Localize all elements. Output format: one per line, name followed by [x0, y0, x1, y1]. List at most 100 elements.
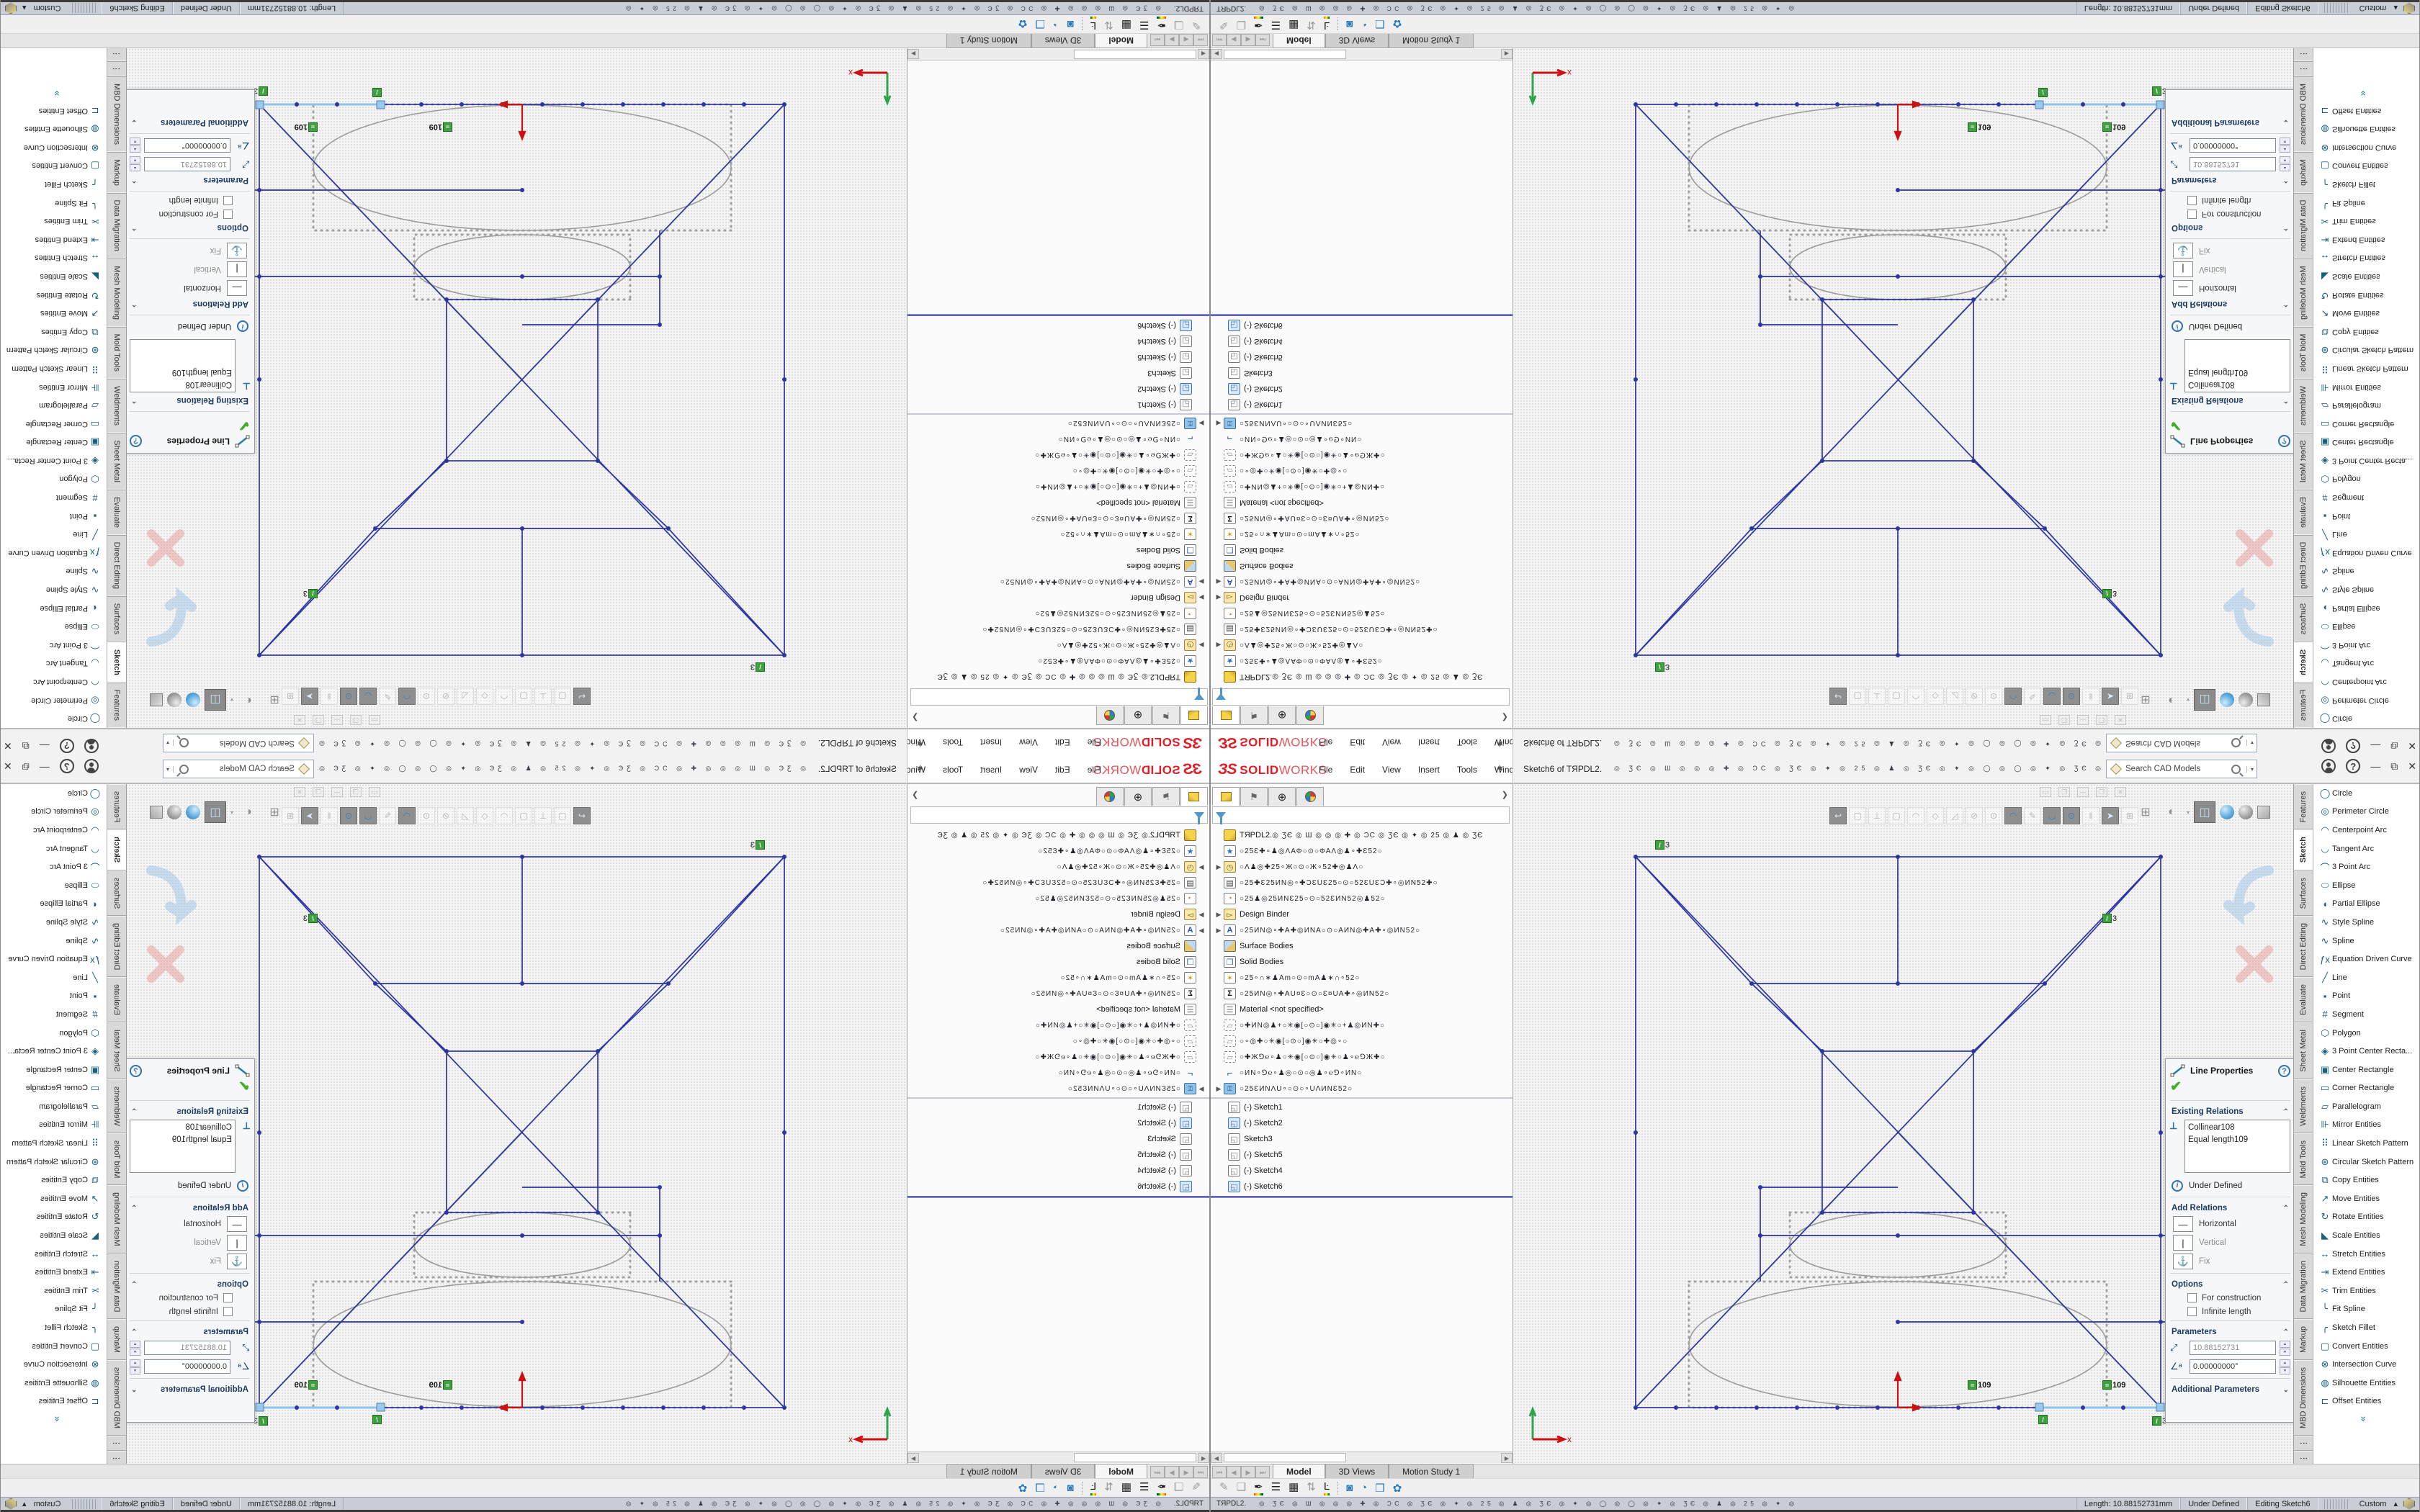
sketch-tool-button[interactable]: ◈ 3 Point Center Recta... — [2313, 1042, 2419, 1061]
commandmanager-tab[interactable]: Surfaces — [2294, 596, 2313, 642]
tree-row[interactable]: ★ ○25Ɛ✚∘♟◎ΛΑΦ○⊙○ΦΑΛ◎♟∘✚Ɛ52○ — [1211, 843, 1512, 859]
commandmanager-tab[interactable]: Sheet Metal — [2294, 1022, 2313, 1079]
commandmanager-tab[interactable]: MBD Dimensions — [107, 76, 126, 152]
collapse-icon[interactable]: ⌃ — [131, 1328, 137, 1336]
motion-tool-icon[interactable]: ❏ — [1174, 17, 1183, 32]
tree-row[interactable]: ▶ ⚿ ○25ƐИNΛU∘○⊙○∘UΛИNƐ52○ — [1211, 415, 1512, 431]
tree-row[interactable]: ◔ ○25♟◎25ИNƐ25○⊙○52ƐИN52◎♟52○ — [908, 606, 1209, 621]
scroll-right-icon[interactable]: ▶ — [908, 1453, 919, 1463]
search-input[interactable]: Search CAD Models — [2125, 765, 2231, 773]
nav-button[interactable]: ⏮ — [1193, 34, 1208, 46]
sketch-tool-button[interactable]: ▢ Convert Entities — [1, 1337, 107, 1356]
tree-row[interactable]: ▶ A ○25ИN◎∘✚Α✚◎ИNΑ○⊙○ΑИN◎✚Α✚∘◎ИN52○ — [1211, 574, 1512, 590]
expander-icon[interactable]: ▶ — [1196, 642, 1206, 649]
collapse-icon[interactable]: ⌃ — [2283, 300, 2289, 308]
sketch-tool-button[interactable]: ◍ Silhouette Entities — [2313, 120, 2419, 138]
commandmanager-tab[interactable]: Evaluate — [2294, 490, 2313, 535]
motion-tool-icon[interactable]: ▦ — [1289, 17, 1299, 32]
sketch-tool-button[interactable]: ⇥ Extend Entities — [2313, 1263, 2419, 1282]
graphics-area[interactable]: ▭❐—❐✕ ↩▢⊥▢◠◇◿⊘⊙◠✎◡⊙‖➤⊞ ⊞ ◐ ▾ ◫ — [125, 784, 906, 1464]
commandmanager-tab[interactable]: Surfaces — [107, 870, 126, 916]
menu-item[interactable]: View — [1012, 762, 1045, 778]
tab-displaymanager[interactable] — [1096, 787, 1124, 806]
expander-icon[interactable]: ▶ — [1214, 863, 1224, 871]
help-icon[interactable]: ? — [60, 739, 74, 753]
option-checkbox[interactable]: For construction — [2166, 207, 2295, 221]
view-tab[interactable]: Model — [1273, 1464, 1325, 1478]
tree-row[interactable]: ▶ A ○25ИN◎∘✚Α✚◎ИNΑ○⊙○ΑИN◎✚Α✚∘◎ИN52○ — [1211, 922, 1512, 938]
tree-row[interactable]: ▤ ○25✚Ɛ25ИN◎∘✚ƆƐUƐ25○⊙○52ƐUƐƆ✚∘◎ИN52✚○ — [1211, 621, 1512, 637]
menu-item[interactable]: Tools — [1450, 735, 1484, 751]
sketch-tool-button[interactable]: ◡ Tangent Arc — [2313, 840, 2419, 858]
menu-item[interactable]: View — [1375, 735, 1408, 751]
account-icon[interactable] — [2321, 739, 2336, 753]
tab-displaymanager[interactable] — [1296, 706, 1324, 725]
sketch-tool-button[interactable]: # Segment — [2313, 488, 2419, 507]
tree-horizontal-scrollbar[interactable]: ◀ ▶ — [1211, 49, 1512, 60]
commandmanager-tab[interactable]: Markup — [2294, 152, 2313, 193]
tree-row[interactable]: ☰ Material <not specified> — [908, 1002, 1209, 1017]
search-box[interactable]: Search CAD Models ▾ — [163, 734, 314, 752]
sketch-tool-button[interactable]: ◍ Silhouette Entities — [2313, 1374, 2419, 1392]
tree-horizontal-scrollbar[interactable]: ◀ ▶ — [908, 1452, 1209, 1463]
motion-tool-icon[interactable]: ✒ — [1157, 17, 1166, 32]
commandmanager-tab[interactable]: Weldments — [107, 379, 126, 433]
collapse-icon[interactable]: ⌃ — [131, 224, 137, 232]
tree-row-sketch[interactable]: ◱ Sketch3 — [908, 1131, 1209, 1147]
commandmanager-tab[interactable]: Sheet Metal — [107, 1022, 126, 1079]
scroll-right-icon[interactable]: ▶ — [908, 50, 919, 60]
add-relation-button[interactable]: — Horizontal — [125, 1215, 254, 1233]
motion-tool-icon[interactable]: Ŀ — [1090, 17, 1096, 32]
sketch-tool-button[interactable]: ◠ Centerpoint Arc — [2313, 672, 2419, 691]
nav-button[interactable]: ◀ — [1179, 1466, 1193, 1478]
angle-spinner[interactable]: ▲▼ — [130, 138, 140, 153]
tree-row[interactable]: Σ ○25ИN◎∘✚ΑU¤Ɛ○⊙○Ɛ¤UΑ✚∘◎ИN52○ — [1211, 510, 1512, 526]
sketch-tool-button[interactable]: ╰ Fit Spline — [2313, 1300, 2419, 1319]
sketch-tool-button[interactable]: ✂ Trim Entities — [1, 212, 107, 230]
collapse-icon[interactable]: ⌃ — [2283, 1281, 2289, 1289]
nav-button[interactable]: ⏭ — [1255, 1466, 1270, 1478]
commandmanager-tab[interactable]: Sketch — [107, 642, 126, 683]
angle-input[interactable]: 0.00000000° — [144, 1359, 230, 1374]
tree-horizontal-scrollbar[interactable]: ◀ ▶ — [1211, 1452, 1512, 1463]
commandmanager-tab[interactable]: Mold Tools — [107, 1133, 126, 1185]
expander-icon[interactable]: ▶ — [1196, 578, 1206, 586]
sketch-tool-button[interactable]: ƒx Equation Driven Curve — [1, 544, 107, 562]
collapse-icon[interactable]: ⌃ — [131, 1108, 137, 1116]
tree-row[interactable]: ▤ ○25✚Ɛ25ИN◎∘✚ƆƐUƐ25○⊙○52ƐUƐƆ✚∘◎ИN52✚○ — [908, 621, 1209, 637]
sketch-tool-button[interactable]: ◡ Tangent Arc — [1, 840, 107, 858]
search-icon[interactable] — [2231, 739, 2241, 748]
sketch-tool-button[interactable]: ⊏ Offset Entities — [1, 102, 107, 120]
tab-propertymanager[interactable]: ⚑ — [1240, 787, 1268, 806]
commandmanager-tab[interactable]: Surfaces — [2294, 870, 2313, 916]
motion-tool-icon[interactable]: ◙ — [1346, 1482, 1353, 1495]
tree-row-sketch[interactable]: ◱ (-) Sketch5 — [1211, 349, 1512, 365]
add-relation-button[interactable]: | Vertical — [125, 260, 254, 279]
tree-row[interactable]: Σ ○25ИN◎∘✚ΑU¤Ɛ○⊙○Ɛ¤UΑ✚∘◎ИN52○ — [908, 510, 1209, 526]
sketch-tool-button[interactable]: ▢ Convert Entities — [2313, 157, 2419, 176]
menu-item[interactable]: Edit — [1048, 735, 1077, 751]
add-relation-button[interactable]: | Vertical — [2166, 1233, 2295, 1252]
tree-row[interactable]: ▱ ○✚ИN◎♟+○✳◉[○⊙○]◉✳○+♟◎ИN✚○ — [1211, 1017, 1512, 1033]
sketch-tool-button[interactable]: ◯ Circle — [1, 709, 107, 728]
unit-system-dropdown[interactable]: Custom▴ — [17, 1499, 66, 1508]
close-button[interactable]: ✕ — [4, 760, 12, 773]
graphics-area[interactable]: ▭❐—❐✕ ↩▢⊥▢◠◇◿⊘⊙◠✎◡⊙‖➤⊞ ⊞ ◐ ▾ ◫ — [1514, 48, 2295, 728]
tree-row[interactable]: ▱ ○✚Ж⅁℮∘♟○✳◉[○⊙○]◉✳○♟∘℮⅁Ж✚○ — [908, 1049, 1209, 1065]
tree-row-sketch[interactable]: ◱ (-) Sketch4 — [1211, 333, 1512, 349]
tree-row-sketch[interactable]: ◱ (-) Sketch1 — [1211, 1099, 1512, 1115]
tree-horizontal-scrollbar[interactable]: ◀ ▶ — [908, 49, 1209, 60]
scroll-left-icon[interactable]: ◀ — [1198, 1453, 1209, 1463]
more-tools-chevron[interactable]: » — [51, 86, 62, 100]
tree-row-sketch[interactable]: ◱ (-) Sketch1 — [1211, 397, 1512, 413]
sketch-tool-button[interactable]: ⬭ Ellipse — [2313, 617, 2419, 636]
minimize-button[interactable]: — — [2370, 740, 2380, 752]
panel-expand-chevron[interactable]: ❯ — [912, 790, 918, 799]
sketch-tool-button[interactable]: ◍ Silhouette Entities — [1, 1374, 107, 1392]
menu-item[interactable]: File — [1312, 762, 1340, 778]
sketch-tool-button[interactable]: ◍ Silhouette Entities — [1, 120, 107, 138]
search-box[interactable]: Search CAD Models ▾ — [2106, 734, 2257, 752]
add-relation-button[interactable]: | Vertical — [125, 1233, 254, 1252]
tree-row[interactable]: Surface Bodies — [908, 558, 1209, 574]
sketch-tool-button[interactable]: ∿ Spline — [2313, 562, 2419, 581]
